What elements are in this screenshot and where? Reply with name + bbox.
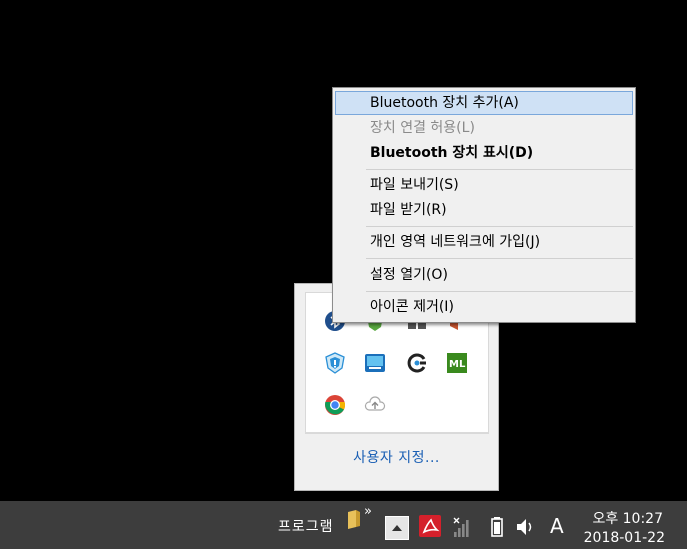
volume-icon[interactable] (514, 516, 536, 542)
menu-separator (366, 169, 633, 170)
menu-item-show-bluetooth-devices[interactable]: Bluetooth 장치 표시(D) (335, 141, 633, 165)
toolbar-overflow-chevron[interactable]: » (364, 504, 372, 519)
menu-item-add-bluetooth-device[interactable]: Bluetooth 장치 추가(A) (335, 91, 633, 115)
folder-icon[interactable] (346, 509, 362, 533)
chrome-icon[interactable] (324, 394, 346, 416)
refresh-app-icon[interactable] (406, 352, 428, 374)
menu-item-receive-file[interactable]: 파일 받기(R) (335, 198, 633, 222)
network-signal-icon[interactable] (452, 516, 472, 542)
taskbar: 프로그램 » A 오후 10:27 2018-01-22 (0, 501, 687, 549)
menu-item-open-settings[interactable]: 설정 열기(O) (335, 263, 633, 287)
bluetooth-context-menu: Bluetooth 장치 추가(A) 장치 연결 허용(L) Bluetooth… (332, 87, 636, 323)
menu-item-join-personal-area-network[interactable]: 개인 영역 네트워크에 가입(J) (335, 230, 633, 254)
show-hidden-icons-button[interactable] (385, 516, 409, 540)
cloud-upload-icon[interactable] (364, 394, 386, 416)
menu-separator (366, 291, 633, 292)
flyout-divider (305, 432, 488, 433)
menu-separator (366, 258, 633, 259)
battery-icon[interactable] (490, 516, 504, 542)
programs-toolbar-label[interactable]: 프로그램 (278, 516, 334, 536)
acrobat-icon[interactable] (419, 515, 441, 541)
intel-graphics-icon[interactable] (364, 352, 386, 374)
svg-text:ML: ML (449, 359, 466, 370)
customize-link[interactable]: 사용자 지정... (295, 447, 498, 467)
menu-separator (366, 226, 633, 227)
menu-item-send-file[interactable]: 파일 보내기(S) (335, 173, 633, 197)
menu-item-remove-icon[interactable]: 아이콘 제거(I) (335, 295, 633, 319)
ml-app-icon[interactable]: ML (446, 352, 468, 374)
clock-date[interactable]: 2018-01-22 (584, 530, 665, 546)
ime-language-indicator[interactable]: A (550, 514, 564, 538)
menu-item-allow-device-connection: 장치 연결 허용(L) (370, 120, 475, 136)
clock-time[interactable]: 오후 10:27 (592, 508, 663, 528)
security-shield-icon[interactable] (324, 352, 346, 374)
